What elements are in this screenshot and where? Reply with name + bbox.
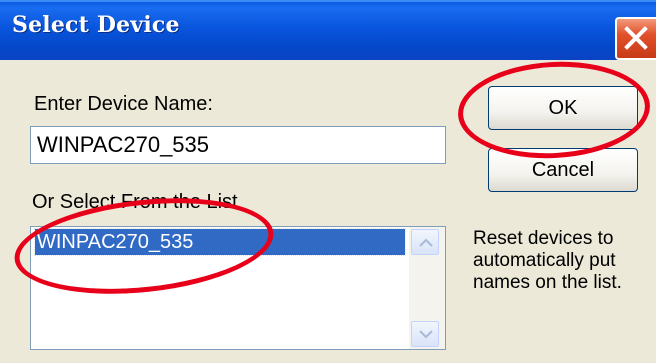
device-name-input[interactable]: WINPAC270_535 — [30, 126, 446, 164]
ok-button[interactable]: OK — [488, 86, 638, 130]
info-text: Reset devices to automatically put names… — [473, 228, 622, 293]
cancel-button[interactable]: Cancel — [488, 148, 638, 192]
vertical-scrollbar[interactable] — [409, 227, 445, 349]
dialog-title: Select Device — [12, 12, 180, 38]
scroll-up-button[interactable] — [411, 229, 439, 255]
chevron-down-icon — [419, 330, 433, 339]
device-listbox[interactable]: WINPAC270_535 — [30, 226, 446, 350]
chevron-up-icon — [419, 238, 433, 247]
device-name-label: Enter Device Name: — [34, 93, 213, 115]
title-bar: Select Device — [0, 0, 656, 60]
select-device-dialog: Select Device Enter Device Name: WINPAC2… — [0, 0, 656, 363]
list-label: Or Select From the List — [32, 191, 238, 213]
list-item[interactable]: WINPAC270_535 — [34, 228, 406, 256]
close-button[interactable] — [615, 17, 656, 60]
scroll-down-button[interactable] — [411, 321, 439, 347]
close-icon — [624, 26, 648, 50]
